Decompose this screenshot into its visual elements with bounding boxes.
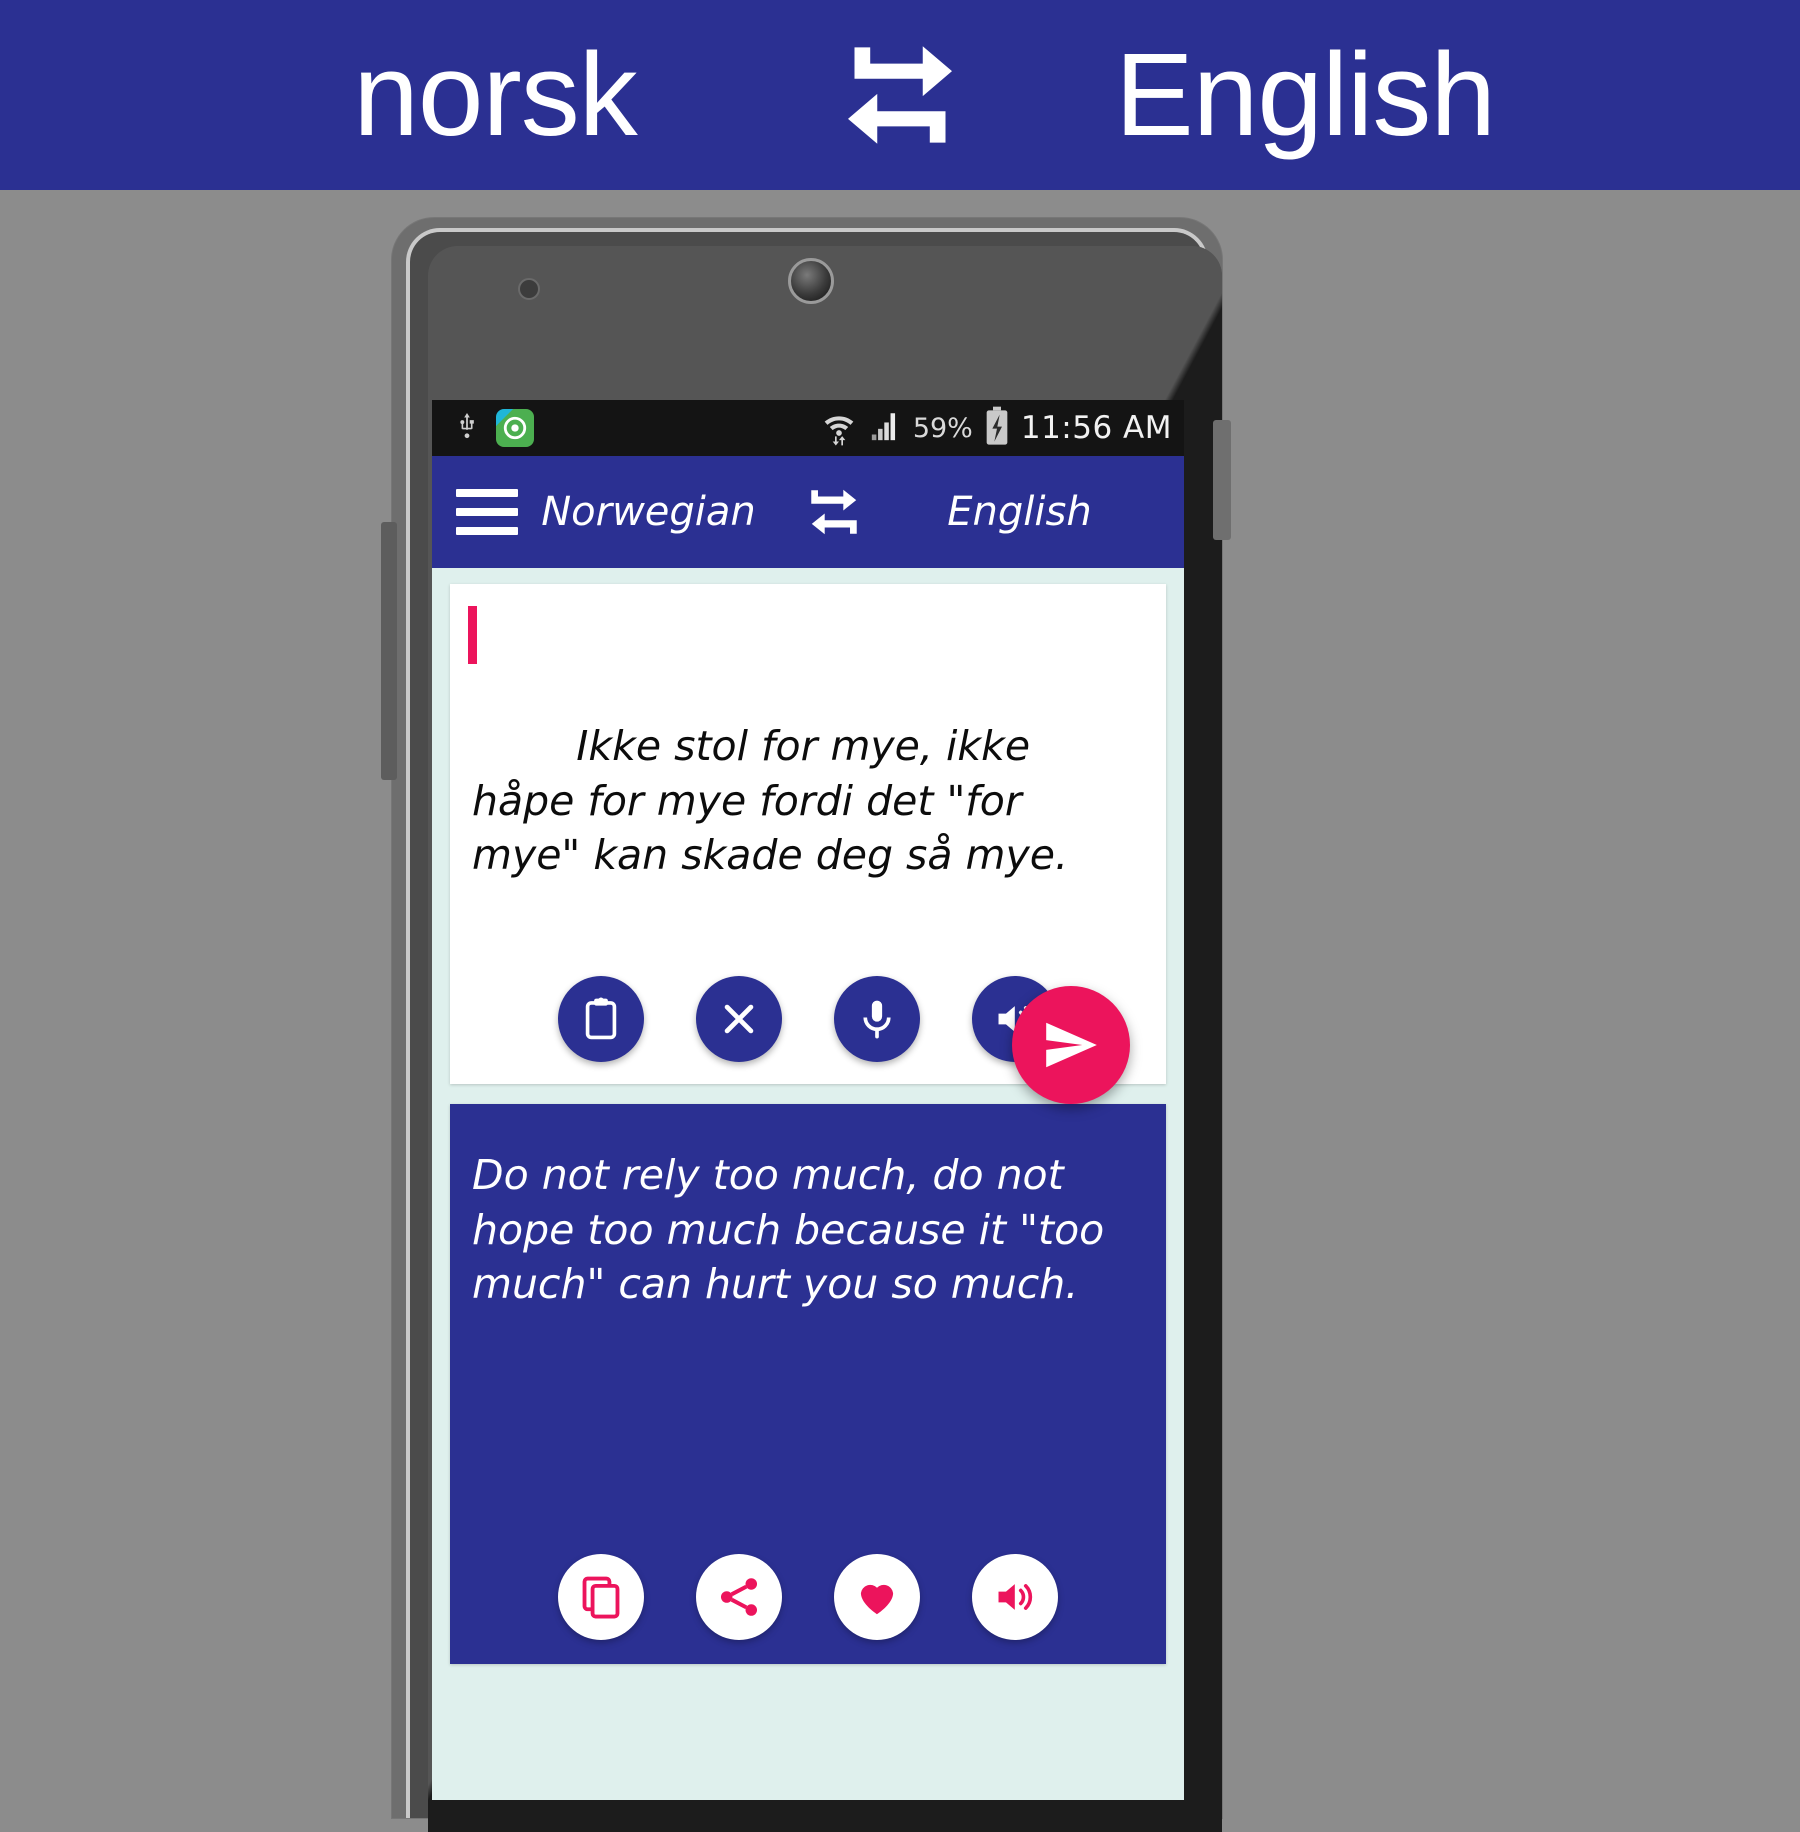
appbar-target-language[interactable]: English (879, 489, 1160, 535)
clear-button[interactable] (696, 976, 782, 1062)
wifi-transfer-icon (819, 406, 859, 451)
volume-button[interactable] (381, 522, 397, 780)
translation-area: Ikke stol for mye, ikke håpe for mye for… (432, 568, 1184, 1664)
battery-charging-icon (983, 406, 1011, 451)
swap-languages-icon[interactable] (789, 481, 879, 543)
cellular-signal-icon (869, 409, 903, 448)
favorite-button[interactable] (834, 1554, 920, 1640)
copy-button[interactable] (558, 1554, 644, 1640)
android-status-bar: 59% 11:56 AM (432, 400, 1184, 456)
swap-repeat-icon (805, 30, 995, 160)
translated-text: Do not rely too much, do not hope too mu… (472, 1151, 1118, 1309)
green-app-icon (496, 409, 534, 447)
banner-target-language: English (1114, 29, 1496, 161)
usb-icon (454, 407, 480, 450)
voice-input-button[interactable] (834, 976, 920, 1062)
source-text: Ikke stol for mye, ikke håpe for mye for… (472, 722, 1069, 880)
source-text-input-wrapper[interactable]: Ikke stol for mye, ikke håpe for mye for… (450, 584, 1166, 937)
power-button[interactable] (1213, 420, 1231, 540)
front-camera-icon (788, 258, 834, 304)
text-cursor (468, 606, 477, 664)
proximity-sensor-icon (518, 278, 540, 300)
speak-target-button[interactable] (972, 1554, 1058, 1640)
status-bar-clock: 11:56 AM (1020, 410, 1172, 446)
translate-send-button[interactable] (1012, 986, 1130, 1104)
target-text-card[interactable]: Do not rely too much, do not hope too mu… (450, 1104, 1166, 1664)
top-banner: norsk English (0, 0, 1800, 190)
share-button[interactable] (696, 1554, 782, 1640)
banner-source-language: norsk (353, 29, 638, 161)
app-bar: Norwegian English (432, 456, 1184, 568)
target-actions-row (450, 1554, 1166, 1640)
paste-button[interactable] (558, 976, 644, 1062)
appbar-source-language[interactable]: Norwegian (508, 489, 789, 535)
battery-percent-label: 59% (912, 412, 973, 444)
